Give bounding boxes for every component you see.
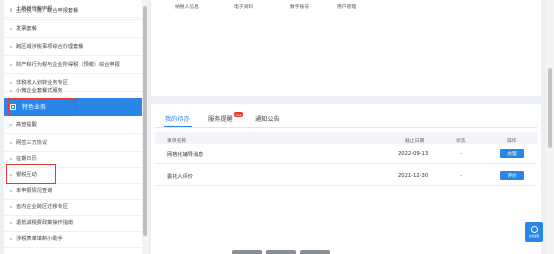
bullet-icon	[10, 123, 12, 126]
sidebar-scrollbar-thumb[interactable]	[143, 6, 147, 236]
bullet-icon	[10, 189, 12, 192]
sidebar-item-label: 征期日历	[16, 156, 37, 162]
tab-my-todo[interactable]: 我的待办	[165, 114, 190, 123]
sidebar-item-label: 银税互动	[16, 172, 37, 178]
sidebar-item-label: 特色业务	[22, 104, 47, 111]
cell-item-name: 网格化辅导消息	[167, 152, 204, 158]
column-header-status: 状态	[456, 139, 466, 144]
headset-icon	[530, 225, 538, 233]
sidebar-item-special-business[interactable]: 特色业务	[4, 98, 142, 116]
page-scrollbar-thumb[interactable]	[548, 68, 552, 148]
todo-panel: 我的待办 服务提醒 new 通知公告 事项名称 截止日期 状态 操作 网格化辅导…	[151, 104, 541, 254]
table-row: 委托人评价 2021-12-30 - 评价	[155, 166, 537, 186]
cell-deadline: 2022-09-13	[398, 151, 429, 157]
column-header-deadline: 截止日期	[405, 139, 425, 144]
handle-button[interactable]: 办理	[500, 149, 524, 158]
bullet-icon	[10, 157, 12, 160]
cell-item-name: 委托人评价	[167, 174, 193, 180]
sidebar-item-label: 跨区域涉税事项综合办理套餐	[16, 44, 84, 50]
column-header-item: 事项名称	[167, 139, 187, 144]
sidebar-item-label: 小微企业套餐式服务	[16, 88, 63, 94]
account-panel: 纳税人信息 电子资料 数字账号 用户管理	[151, 0, 541, 96]
bullet-icon	[10, 221, 12, 224]
bullet-icon	[10, 27, 12, 30]
header-taxpayer-info[interactable]: 纳税人信息	[175, 3, 199, 10]
grid-icon	[10, 103, 16, 110]
tab-divider	[155, 127, 537, 128]
sidebar-item-label: 财产和行为税与企业所得税（预缴）综合申报	[16, 62, 120, 68]
sidebar-item-invoice-package[interactable]: 发票套餐	[4, 20, 142, 38]
table-header	[155, 132, 537, 144]
sidebar-item-form-helper[interactable]: 涉税表单填制小助手	[4, 230, 142, 248]
evaluate-button[interactable]: 评价	[500, 171, 524, 180]
sidebar-item-cross-region[interactable]: 跨区域涉税事项综合办理套餐	[4, 38, 142, 56]
sidebar: 土地增值税申报 土附税（费）联合申报套餐 发票套餐 跨区域涉税事项综合办理套餐 …	[4, 0, 142, 254]
bullet-icon	[10, 9, 12, 12]
sidebar-item-label: 高管提醒	[16, 122, 37, 128]
sidebar-item-label: 涉税表单填制小助手	[16, 236, 63, 242]
bullet-icon	[10, 141, 12, 144]
header-electronic-records[interactable]: 电子资料	[234, 3, 253, 10]
sidebar-item-label: 网签三方协议	[16, 140, 48, 146]
cell-deadline: 2021-12-30	[398, 173, 429, 179]
sidebar-item-joint-declaration[interactable]: 土附税（费）联合申报套餐	[4, 2, 142, 20]
table-row: 网格化辅导消息 2022-09-13 - 办理	[155, 144, 537, 164]
bullet-icon	[10, 45, 12, 48]
cell-status: -	[460, 173, 462, 179]
bullet-icon	[10, 89, 12, 92]
bullet-icon	[10, 205, 12, 208]
bottom-nav-button[interactable]	[266, 250, 296, 254]
sidebar-item-label: 土附税（费）联合申报套餐	[16, 8, 79, 14]
bottom-nav-button[interactable]	[232, 250, 262, 254]
sidebar-item-label: 省内企业跨区迁移专区	[16, 204, 68, 210]
online-service-label: 在线客服	[528, 235, 540, 239]
bullet-icon	[10, 63, 12, 66]
bullet-icon	[10, 173, 12, 176]
column-header-action: 操作	[507, 139, 517, 144]
sidebar-item-label: 发票套餐	[16, 26, 37, 32]
header-user-management[interactable]: 用户管理	[337, 3, 356, 10]
header-digital-account[interactable]: 数字账号	[290, 3, 309, 10]
cell-status: -	[460, 151, 462, 157]
new-badge: new	[234, 112, 244, 117]
bullet-icon	[10, 237, 12, 240]
bottom-nav-button[interactable]	[300, 250, 330, 254]
tab-service-reminder[interactable]: 服务提醒	[208, 114, 233, 123]
sidebar-item-executive-reminder[interactable]: 高管提醒	[4, 116, 142, 134]
online-service-button[interactable]: 在线客服	[525, 222, 543, 242]
sidebar-item-property-behavior-tax[interactable]: 财产和行为税与企业所得税（预缴）综合申报	[4, 56, 142, 74]
sidebar-item-label: 未申报情况查询	[16, 188, 53, 194]
tab-notice[interactable]: 通知公告	[255, 114, 280, 123]
sidebar-item-label: 退抵减税费政策操作指南	[16, 220, 74, 226]
